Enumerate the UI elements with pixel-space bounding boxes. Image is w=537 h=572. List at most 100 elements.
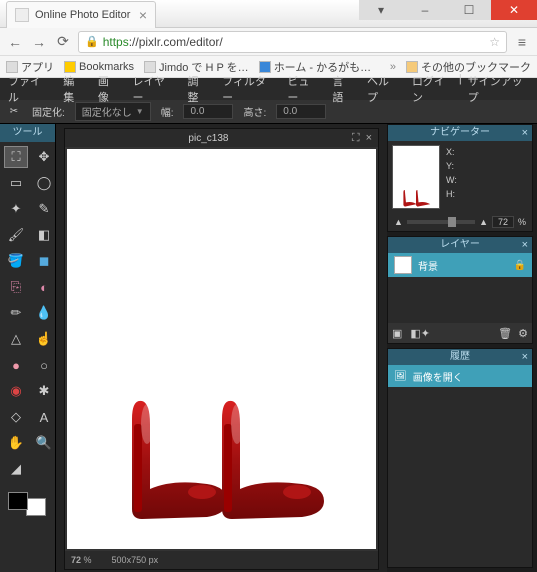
menu-image[interactable]: 画像 xyxy=(98,73,119,105)
chevron-down-icon: ▼ xyxy=(136,107,144,116)
document-titlebar[interactable]: pic_c138 ⛶ × xyxy=(65,129,378,147)
history-panel: 履歴× 🖼 画像を開く xyxy=(387,348,533,568)
new-layer-icon[interactable]: ▣ xyxy=(392,327,402,340)
spot-tool[interactable]: ✱ xyxy=(32,380,56,402)
menu-layer[interactable]: レイヤー xyxy=(133,73,174,105)
maximize-icon[interactable]: ⛶ xyxy=(352,132,360,145)
lock-icon: 🔒 xyxy=(85,35,99,48)
layer-mask-icon[interactable]: ◧✦ xyxy=(410,327,430,340)
fixed-dropdown[interactable]: 固定化なし▼ xyxy=(75,102,151,121)
login-link[interactable]: ログイン xyxy=(412,73,453,105)
fg-color-swatch[interactable] xyxy=(8,492,28,510)
window-close-button[interactable]: ✕ xyxy=(491,0,537,20)
window-user-button[interactable]: ▾ xyxy=(359,0,403,20)
url-path: ://pixlr.com/editor/ xyxy=(129,35,223,49)
blur-tool[interactable]: 💧 xyxy=(32,302,56,324)
window-minimize-button[interactable]: – xyxy=(403,0,447,20)
bg-color-swatch[interactable] xyxy=(26,498,46,516)
canvas[interactable] xyxy=(67,149,376,549)
tab-title: Online Photo Editor xyxy=(35,9,130,21)
eraser-tool[interactable]: ◧ xyxy=(32,224,56,246)
window-maximize-button[interactable]: ☐ xyxy=(447,0,491,20)
gradient-tool[interactable]: ◼ xyxy=(32,250,56,272)
page-icon xyxy=(259,61,271,73)
menu-button[interactable]: ≡ xyxy=(513,33,531,51)
forward-button[interactable]: → xyxy=(30,33,48,51)
marquee-tool[interactable]: ▭ xyxy=(4,172,28,194)
wand-tool[interactable]: ✦ xyxy=(4,198,28,220)
canvas-dims: 500x750 px xyxy=(112,555,159,565)
back-button[interactable]: ← xyxy=(6,33,24,51)
tab-favicon xyxy=(15,8,29,22)
draw-tool[interactable]: ✏ xyxy=(4,302,28,324)
menu-filter[interactable]: フィルター xyxy=(222,73,273,105)
document-window: pic_c138 ⛶ × xyxy=(64,128,379,570)
menu-file[interactable]: ファイル xyxy=(8,73,49,105)
app-menubar: ファイル 編集 画像 レイヤー 調整 フィルター ビュー 言語 ヘルプ ログイン… xyxy=(0,78,537,100)
width-label: 幅: xyxy=(161,104,174,119)
layer-row[interactable]: 背景 🔒 xyxy=(388,253,532,277)
lock-icon[interactable]: 🔒 xyxy=(514,260,526,271)
menu-view[interactable]: ビュー xyxy=(287,73,318,105)
navigator-thumb[interactable] xyxy=(392,145,440,209)
zoom-tool[interactable]: 🔍 xyxy=(32,432,56,454)
window-titlebar: Online Photo Editor × ▾ – ☐ ✕ xyxy=(0,0,537,28)
crop-tool[interactable]: ⛶ xyxy=(4,146,28,168)
layers-footer: ▣ ◧✦ 🗑 ⚙ xyxy=(388,323,532,343)
fill-tool[interactable]: 🪣 xyxy=(4,250,28,272)
browser-tab[interactable]: Online Photo Editor × xyxy=(6,1,156,28)
menu-adjust[interactable]: 調整 xyxy=(187,73,208,105)
close-icon[interactable]: × xyxy=(522,125,528,141)
close-icon[interactable]: × xyxy=(366,132,372,144)
pixlr-app: ファイル 編集 画像 レイヤー 調整 フィルター ビュー 言語 ヘルプ ログイン… xyxy=(0,78,537,572)
canvas-area: pic_c138 ⛶ × xyxy=(56,124,387,572)
sharpen-tool[interactable]: △ xyxy=(4,328,28,350)
tools-panel: ツール ⛶ ✥ ▭ ◯ ✦ ✎ 🖌 ◧ 🪣 ◼ ⎘ ◐ ✏ 💧 △ ☝ ● ○ xyxy=(0,124,56,572)
shape-tool[interactable]: ◇ xyxy=(4,406,28,428)
history-row[interactable]: 🖼 画像を開く xyxy=(388,365,532,387)
brush-tool[interactable]: 🖌 xyxy=(4,224,28,246)
dodge-tool[interactable]: ○ xyxy=(32,354,56,376)
zoom-value: 72 xyxy=(492,216,514,228)
close-icon[interactable]: × xyxy=(522,349,528,365)
smudge-tool[interactable]: ☝ xyxy=(32,328,56,350)
width-input[interactable]: 0.0 xyxy=(183,104,233,119)
lasso-tool[interactable]: ◯ xyxy=(32,172,56,194)
star-icon xyxy=(64,61,76,73)
folder-icon xyxy=(406,61,418,73)
sponge-tool[interactable]: ● xyxy=(4,354,28,376)
hand-tool[interactable]: ✋ xyxy=(4,432,28,454)
redeye-tool[interactable]: ◉ xyxy=(4,380,28,402)
menu-help[interactable]: ヘルプ xyxy=(367,73,398,105)
reload-button[interactable]: ⟳ xyxy=(54,33,72,51)
bookmark-item[interactable]: Bookmarks xyxy=(64,61,134,73)
menu-edit[interactable]: 編集 xyxy=(63,73,84,105)
layer-thumb-icon xyxy=(394,256,412,274)
tools-title: ツール xyxy=(0,124,55,142)
pencil-tool[interactable]: ✎ xyxy=(32,198,56,220)
eyedropper-tool[interactable]: ◢ xyxy=(4,458,28,480)
navigator-panel: ナビゲーター× X:Y: W:H: ▲ ▲ 72 % xyxy=(387,124,533,232)
height-label: 高さ: xyxy=(243,104,266,119)
type-tool[interactable]: A xyxy=(32,406,56,428)
url-input[interactable]: 🔒 https://pixlr.com/editor/ ☆ xyxy=(78,31,507,53)
replace-tool[interactable]: ◐ xyxy=(32,276,56,298)
zoom-in-icon[interactable]: ▲ xyxy=(479,217,488,227)
bookmark-star-icon[interactable]: ☆ xyxy=(489,35,500,49)
overflow-chevron-icon[interactable]: » xyxy=(390,61,396,73)
zoom-out-icon[interactable]: ▲ xyxy=(394,217,403,227)
tab-close-icon[interactable]: × xyxy=(139,7,147,23)
signup-link[interactable]: サインアップ xyxy=(468,73,529,105)
url-scheme: https xyxy=(103,35,129,49)
layer-settings-icon[interactable]: ⚙ xyxy=(518,327,528,340)
close-icon[interactable]: × xyxy=(522,237,528,253)
browser-toolbar: ← → ⟳ 🔒 https://pixlr.com/editor/ ☆ ≡ xyxy=(0,28,537,56)
delete-layer-icon[interactable]: 🗑 xyxy=(498,327,512,340)
menu-lang[interactable]: 言語 xyxy=(332,73,353,105)
zoom-slider[interactable]: ▲ ▲ 72 % xyxy=(388,213,532,231)
move-tool[interactable]: ✥ xyxy=(32,146,56,168)
color-swatches[interactable] xyxy=(4,490,48,518)
history-label: 画像を開く xyxy=(413,369,463,384)
clone-tool[interactable]: ⎘ xyxy=(4,276,28,298)
height-input[interactable]: 0.0 xyxy=(276,104,326,119)
